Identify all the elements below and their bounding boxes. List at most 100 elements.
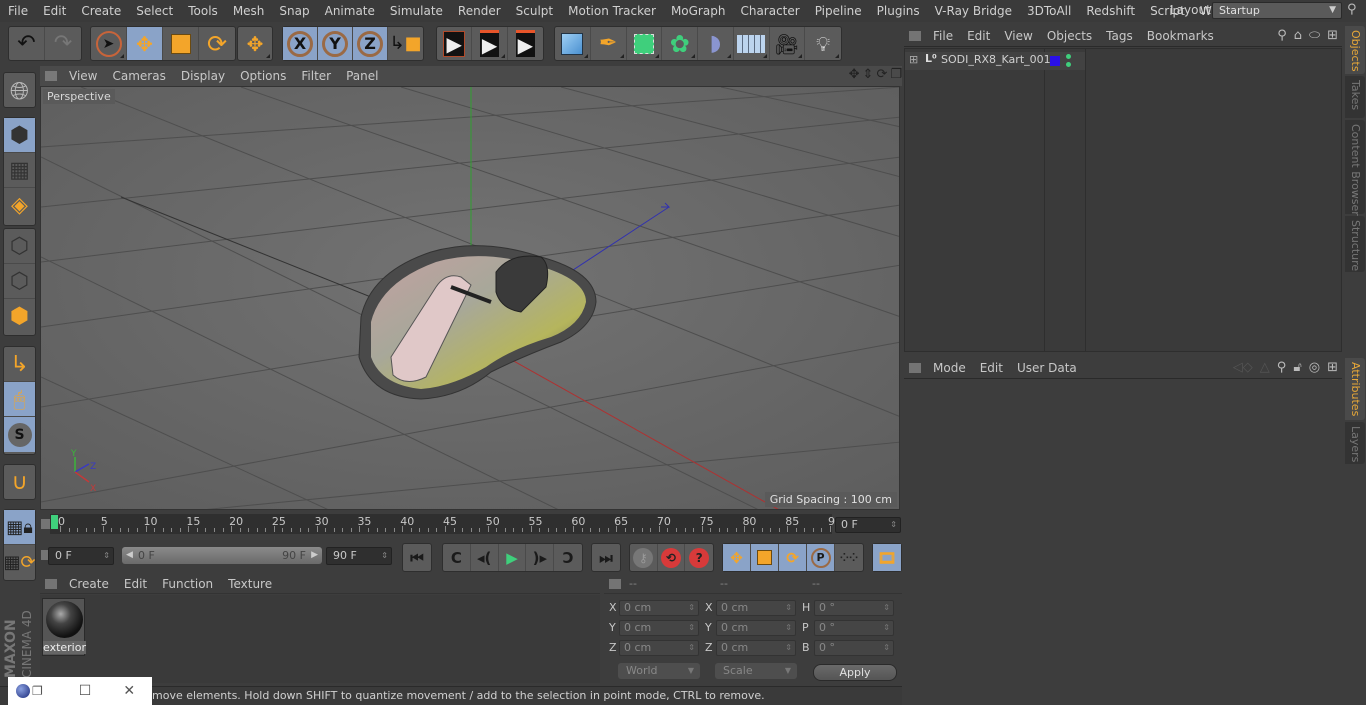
prev-frame-button[interactable]: ◂( [471,544,499,571]
viewport-menu-display[interactable]: Display [175,69,234,83]
spinner-icon[interactable]: ⇕ [785,601,792,615]
size-z-field[interactable]: 0 cm ⇕ [716,640,796,656]
search-icon[interactable]: ⚲ [1277,28,1287,43]
cloner-button[interactable]: ✿ [662,27,698,60]
pos-x-field[interactable]: 0 cm ⇕ [619,600,699,616]
lock-y-button[interactable]: Y [318,27,353,60]
menu-file[interactable]: File [0,4,35,18]
size-y-field[interactable]: 0 cm ⇕ [716,620,796,636]
material-menu-texture[interactable]: Texture [222,577,281,591]
spinner-icon[interactable]: ⇕ [688,621,695,635]
material-menu-function[interactable]: Function [156,577,222,591]
undo-button[interactable]: ↶ [9,27,45,60]
menu-edit[interactable]: Edit [35,4,73,18]
light-button[interactable]: 💡︎ [805,27,841,60]
play-button[interactable]: ▶ [499,544,527,571]
objects-menu-objects[interactable]: Objects [1041,29,1100,43]
render-visibility-dot[interactable] [1066,62,1071,67]
pos-y-field[interactable]: 0 cm ⇕ [619,620,699,636]
attributes-menu-edit[interactable]: Edit [974,361,1011,375]
spinner-icon[interactable]: ⇕ [688,641,695,655]
prev-key-button[interactable]: C [443,544,471,571]
tab-objects[interactable]: Objects [1345,26,1365,74]
viewport-menu-options[interactable]: Options [234,69,295,83]
attributes-menu-mode[interactable]: Mode [927,361,974,375]
key-pla-button[interactable]: ⁘⁘ [835,544,863,571]
edges-mode-button[interactable]: ⬡ [4,264,35,299]
goto-end-button[interactable]: ⏭ [592,544,620,571]
next-frame-button[interactable]: )▸ [526,544,555,571]
restore-icon[interactable]: ❐ [32,684,43,698]
live-selection-button[interactable]: ➤ [91,27,127,60]
target-icon[interactable]: ◎ [1309,360,1320,375]
menu-tools[interactable]: Tools [180,4,225,18]
menu-snap[interactable]: Snap [271,4,316,18]
lock-x-button[interactable]: X [283,27,318,60]
size-x-field[interactable]: 0 cm ⇕ [716,600,796,616]
spinner-icon[interactable]: ⇕ [890,518,897,532]
redo-button[interactable]: ↷ [45,27,81,60]
render-settings-button[interactable]: ▶ [508,27,543,60]
menu-3dtoall[interactable]: 3DToAll [1019,4,1078,18]
magnet-button[interactable]: ∪ [4,465,35,500]
menu-mesh[interactable]: Mesh [225,4,272,18]
spinner-icon[interactable]: ⇕ [785,621,792,635]
home-icon[interactable]: ⌂ [1294,28,1302,43]
workplane-mode-button[interactable]: ◈ [4,188,35,223]
search-icon[interactable]: ⚲ [1347,2,1357,17]
close-icon[interactable]: ✕ [123,683,135,699]
spinner-icon[interactable]: ⇕ [883,601,890,615]
keyframe-selection-button[interactable]: ? [685,544,713,571]
tab-content-browser[interactable]: Content Browser [1345,120,1365,216]
menu-select[interactable]: Select [128,4,180,18]
object-row[interactable]: ⊞ L⁰ SODI_RX8_Kart_001 [905,52,1085,70]
panel-grip-icon[interactable] [45,71,57,81]
viewport-menu-view[interactable]: View [63,69,106,83]
spinner-icon[interactable]: ⇕ [883,641,890,655]
rot-p-field[interactable]: 0 ° ⇕ [814,620,894,636]
layer-color-swatch[interactable] [1050,56,1060,66]
timeline-window-button[interactable]: 🎞︎ [873,544,901,571]
zoom-view-icon[interactable]: ⇕ [863,67,874,82]
lock-workplane-button[interactable]: ▦🔒︎ [4,510,35,545]
3d-viewport[interactable]: Y Z X Perspective Grid Spacing : 100 cm [40,86,900,510]
new-panel-icon[interactable]: ⊞ [1327,360,1338,375]
model-mode-button[interactable]: ⬢ [4,118,35,153]
back-arrow-icon[interactable]: ◁◇ [1233,360,1253,375]
points-mode-button[interactable]: ⬡ [4,229,35,264]
spinner-icon[interactable]: ⇕ [883,621,890,635]
subdivision-button[interactable]: ‌ [627,27,663,60]
new-panel-icon[interactable]: ⊞ [1327,28,1338,43]
objects-menu-view[interactable]: View [998,29,1040,43]
maximize-view-icon[interactable]: ❐ [890,67,902,82]
panel-grip-icon[interactable] [609,578,621,589]
rot-h-field[interactable]: 0 ° ⇕ [814,600,894,616]
tab-attributes[interactable]: Attributes [1345,358,1365,420]
coordinate-system-button[interactable]: ↳■ [388,27,423,60]
autokey-button[interactable]: ⟲ [658,544,686,571]
panel-grip-icon[interactable] [909,363,921,373]
align-workplane-button[interactable]: ▦⟳ [3,545,35,580]
menu-character[interactable]: Character [732,4,806,18]
polygons-mode-button[interactable]: ⬢ [4,299,35,334]
objects-menu-bookmarks[interactable]: Bookmarks [1141,29,1222,43]
pen-spline-button[interactable]: ✒ [591,27,627,60]
key-scale-button[interactable] [751,544,779,571]
snap-settings-button[interactable]: S [4,417,35,452]
range-right-arrow-icon[interactable]: ▶ [311,547,318,564]
viewport-menu-panel[interactable]: Panel [340,69,387,83]
spinner-icon[interactable]: ⇕ [381,548,388,564]
objects-menu-file[interactable]: File [927,29,961,43]
scale-button[interactable] [163,27,199,60]
lock-icon[interactable]: 🔓︎ [1293,360,1301,375]
objects-menu-tags[interactable]: Tags [1100,29,1141,43]
recent-tool-button[interactable]: ✥ [238,27,272,60]
record-key-button[interactable]: ⚷ [630,544,658,571]
search-icon[interactable]: ⚲ [1277,360,1287,375]
viewport-menu-filter[interactable]: Filter [295,69,340,83]
objects-menu-edit[interactable]: Edit [961,29,998,43]
attributes-menu-user-data[interactable]: User Data [1011,361,1085,375]
menu-motion-tracker[interactable]: Motion Tracker [560,4,663,18]
layout-select[interactable]: Startup ▼ [1212,2,1342,19]
up-arrow-icon[interactable]: △ [1260,360,1270,375]
